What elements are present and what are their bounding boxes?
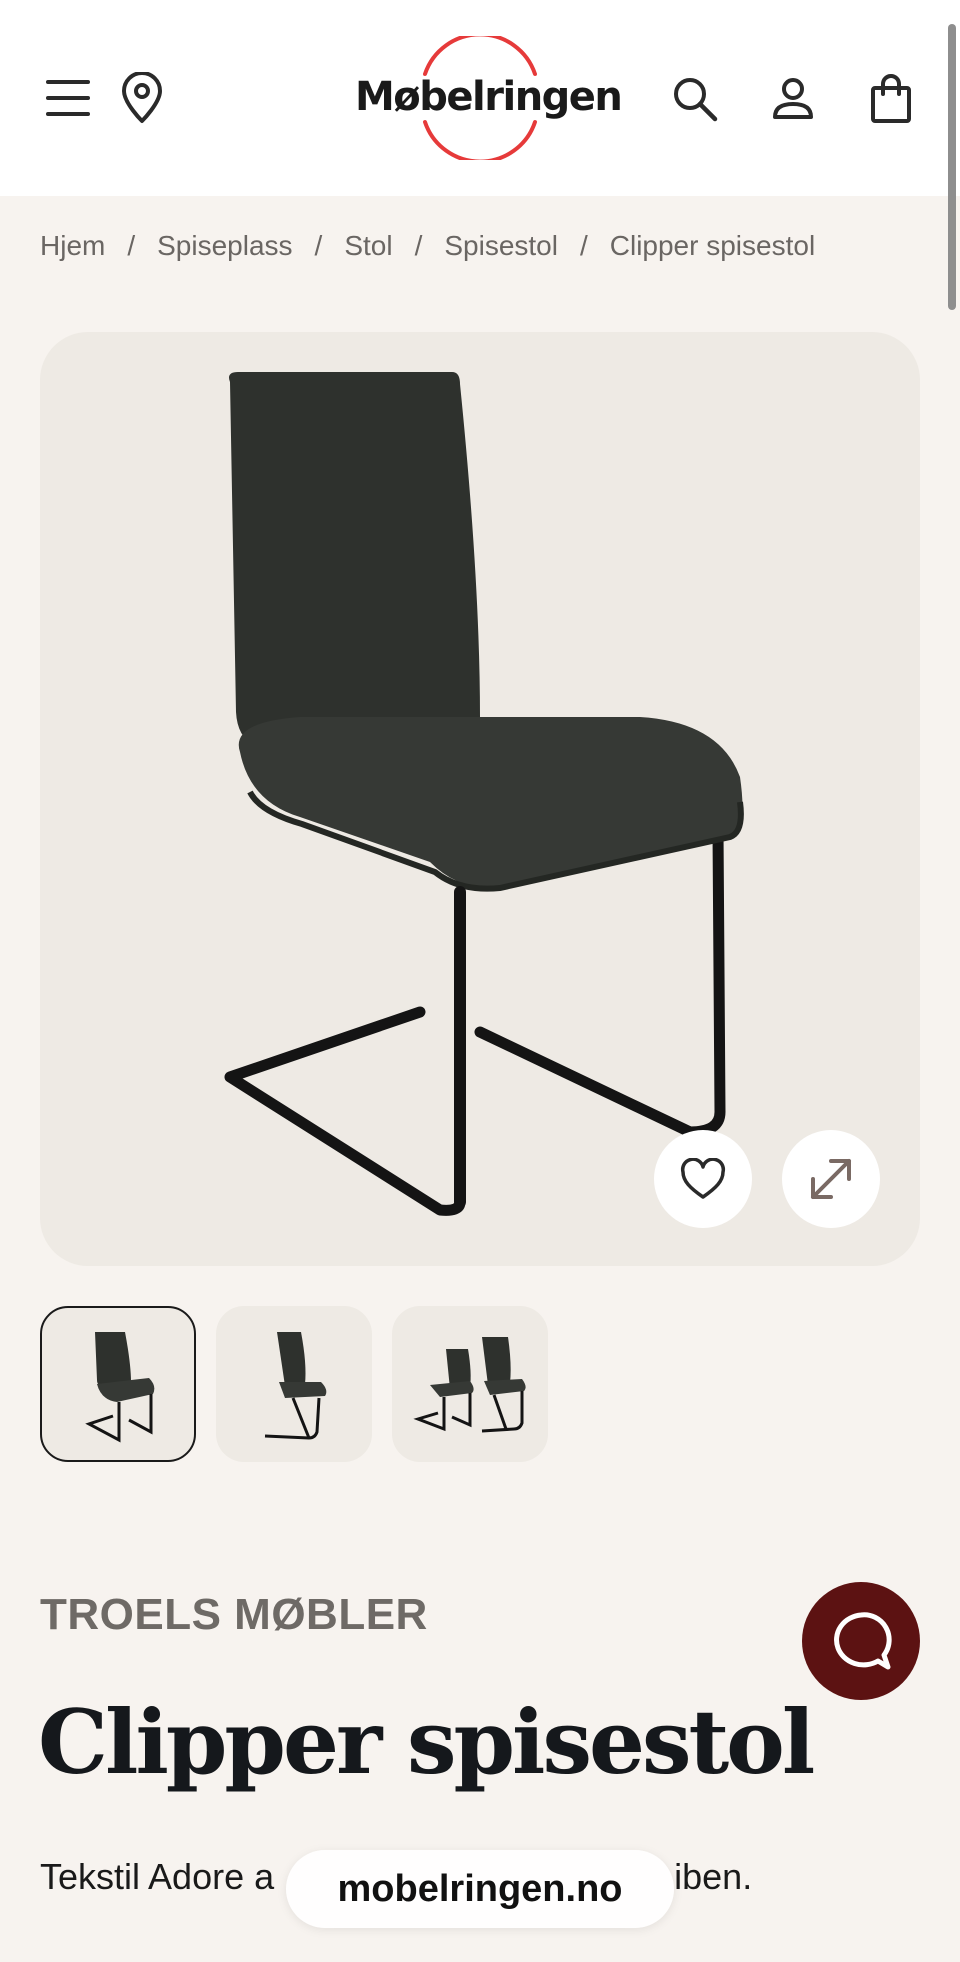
breadcrumb-item-hjem[interactable]: Hjem bbox=[40, 230, 105, 262]
chat-bubble-icon bbox=[834, 1612, 892, 1670]
breadcrumb-item-spisestol[interactable]: Spisestol bbox=[444, 230, 558, 262]
breadcrumb-separator: / bbox=[414, 230, 423, 261]
expand-arrows-icon bbox=[811, 1159, 851, 1199]
cart-button[interactable] bbox=[864, 70, 918, 128]
breadcrumb-item-stol[interactable]: Stol bbox=[344, 230, 392, 262]
expand-image-button[interactable] bbox=[782, 1130, 880, 1228]
map-pin-icon bbox=[122, 72, 162, 123]
product-image-gallery[interactable] bbox=[40, 332, 920, 1266]
chair-thumbnail-image bbox=[85, 1332, 155, 1443]
thumbnail-2[interactable] bbox=[216, 1306, 372, 1462]
breadcrumb: Hjem / Spiseplass / Stol / Spisestol / C… bbox=[40, 226, 815, 266]
heart-icon bbox=[680, 1158, 726, 1199]
chair-thumbnail-image bbox=[264, 1332, 327, 1440]
thumbnail-3[interactable] bbox=[392, 1306, 548, 1462]
breadcrumb-separator: / bbox=[579, 230, 588, 261]
product-description-end: iben. bbox=[674, 1856, 753, 1897]
breadcrumb-separator: / bbox=[314, 230, 323, 261]
search-icon bbox=[674, 78, 718, 122]
chat-button[interactable] bbox=[802, 1582, 920, 1700]
breadcrumb-separator: / bbox=[127, 230, 136, 261]
product-image-chair bbox=[224, 372, 744, 1216]
site-logo[interactable]: Møbelringen bbox=[355, 36, 623, 160]
page-scrollbar[interactable] bbox=[948, 24, 956, 310]
menu-button[interactable] bbox=[40, 70, 96, 126]
store-locator-button[interactable] bbox=[120, 68, 164, 128]
shopping-bag-icon bbox=[871, 74, 911, 123]
logo-text: Møbelringen bbox=[355, 74, 623, 120]
breadcrumb-item-current[interactable]: Clipper spisestol bbox=[610, 230, 815, 262]
hamburger-menu-icon bbox=[46, 80, 90, 116]
thumbnail-1[interactable] bbox=[40, 1306, 196, 1462]
product-title: Clipper spisestol bbox=[38, 1690, 815, 1794]
breadcrumb-item-spiseplass[interactable]: Spiseplass bbox=[157, 230, 292, 262]
product-brand[interactable]: TROELS MØBLER bbox=[40, 1590, 428, 1640]
search-button[interactable] bbox=[668, 72, 722, 126]
thumbnail-strip bbox=[40, 1306, 548, 1462]
account-button[interactable] bbox=[766, 72, 820, 126]
site-header: Møbelringen bbox=[0, 0, 960, 196]
product-description-start: Tekstil Adore a bbox=[40, 1856, 275, 1897]
two-chairs-thumbnail-image bbox=[413, 1337, 526, 1433]
browser-url-bar[interactable]: mobelringen.no bbox=[286, 1850, 674, 1928]
user-icon bbox=[773, 78, 813, 119]
favorite-button[interactable] bbox=[654, 1130, 752, 1228]
